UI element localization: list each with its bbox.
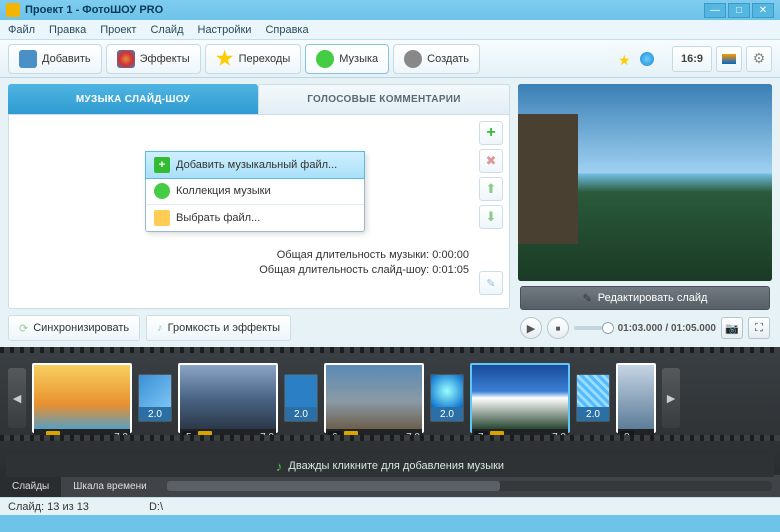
slide-thumb[interactable]: 7.0 <box>32 363 132 433</box>
volume-effects-button[interactable]: ♪Громкость и эффекты <box>146 315 291 341</box>
status-slide: Слайд: 13 из 13 <box>8 501 89 513</box>
stop-button[interactable]: ■ <box>547 317 569 339</box>
minimize-button[interactable]: — <box>704 3 726 18</box>
display-button[interactable] <box>716 46 742 72</box>
sync-button[interactable]: ⟳Синхронизировать <box>8 315 140 341</box>
transitions-button[interactable]: Переходы <box>205 44 302 74</box>
transition-thumb[interactable]: 2.0 <box>138 374 172 422</box>
pencil-icon: ✎ <box>583 292 592 305</box>
timeline: ◄ 7.0 2.0 57.0 2.0 67.0 2.0 77.0 2.0 8 ►… <box>0 347 780 475</box>
move-down-button[interactable]: ⬇ <box>479 205 503 229</box>
music-icon: ♪ <box>276 459 283 474</box>
dropdown-add-file[interactable]: + Добавить музыкальный файл... <box>145 151 365 179</box>
plus-icon: + <box>154 157 170 173</box>
star-icon <box>216 50 234 68</box>
globe-icon[interactable] <box>640 52 654 66</box>
duration-info: Общая длительность музыки: 0:00:00 Общая… <box>259 248 469 278</box>
edit-slide-button[interactable]: ✎Редактировать слайд <box>520 286 770 310</box>
dropdown-select-file[interactable]: Выбрать файл... <box>146 205 364 231</box>
folder-icon <box>154 210 170 226</box>
transition-thumb[interactable]: 2.0 <box>284 374 318 422</box>
up-icon: ⬆ <box>486 181 497 197</box>
add-button[interactable]: Добавить <box>8 44 102 74</box>
timeline-prev-button[interactable]: ◄ <box>8 368 26 428</box>
play-icon: ▶ <box>527 322 535 335</box>
gear-icon: ⚙ <box>753 50 766 67</box>
settings-button[interactable]: ⚙ <box>746 46 772 72</box>
fullscreen-button[interactable]: ⛶ <box>748 317 770 339</box>
menu-project[interactable]: Проект <box>100 24 136 36</box>
tab-slides[interactable]: Слайды <box>0 475 61 497</box>
menu-settings[interactable]: Настройки <box>198 24 252 36</box>
music-list-area: + ✖ ⬆ ⬇ ✎ + Добавить музыкальный файл...… <box>8 114 510 309</box>
app-icon <box>6 3 20 17</box>
slide-thumb[interactable]: 8 <box>616 363 656 433</box>
star-icon: ★ <box>618 52 632 66</box>
add-track-button[interactable]: + <box>479 121 503 145</box>
transition-thumb[interactable]: 2.0 <box>576 374 610 422</box>
eyedropper-icon: ✎ <box>486 277 495 290</box>
menu-help[interactable]: Справка <box>265 24 308 36</box>
tab-voice[interactable]: ГОЛОСОВЫЕ КОММЕНТАРИИ <box>258 84 510 114</box>
create-button[interactable]: Создать <box>393 44 480 74</box>
down-icon: ⬇ <box>486 209 497 225</box>
remove-track-button[interactable]: ✖ <box>479 149 503 173</box>
plus-icon: + <box>486 124 495 142</box>
timeline-scrollbar[interactable] <box>167 481 772 491</box>
disc-icon <box>404 50 422 68</box>
titlebar: Проект 1 - ФотоШОУ PRO — □ ✕ <box>0 0 780 20</box>
play-button[interactable]: ▶ <box>520 317 542 339</box>
dropdown-collection[interactable]: Коллекция музыки <box>146 178 364 205</box>
slide-thumb[interactable]: 67.0 <box>324 363 424 433</box>
camera-icon: 📷 <box>725 322 739 335</box>
tab-music[interactable]: МУЗЫКА СЛАЙД-ШОУ <box>8 84 258 114</box>
timeline-next-button[interactable]: ► <box>662 368 680 428</box>
snapshot-button[interactable]: 📷 <box>721 317 743 339</box>
tab-timescale[interactable]: Шкала времени <box>61 475 158 497</box>
add-music-dropdown: + Добавить музыкальный файл... Коллекция… <box>145 151 365 232</box>
move-up-button[interactable]: ⬆ <box>479 177 503 201</box>
music-icon: ♪ <box>157 322 163 334</box>
menubar: Файл Правка Проект Слайд Настройки Справ… <box>0 20 780 40</box>
menu-slide[interactable]: Слайд <box>150 24 183 36</box>
sync-icon: ⟳ <box>19 322 28 335</box>
stop-icon: ■ <box>556 324 561 333</box>
music-icon <box>154 183 170 199</box>
x-icon: ✖ <box>486 153 497 169</box>
menu-edit[interactable]: Правка <box>49 24 86 36</box>
preview-pane <box>518 84 772 281</box>
toolbar: Добавить Эффекты Переходы Музыка Создать… <box>0 40 780 78</box>
slide-thumb-selected[interactable]: 77.0 <box>470 363 570 433</box>
screen-icon <box>722 54 736 64</box>
slide-thumb[interactable]: 57.0 <box>178 363 278 433</box>
status-path: D:\ <box>149 501 163 513</box>
menu-file[interactable]: Файл <box>8 24 35 36</box>
timecode: 01:03.000 / 01:05.000 <box>618 323 716 334</box>
music-track-hint[interactable]: ♪Дважды кликните для добавления музыки <box>6 455 774 477</box>
statusbar: Слайд: 13 из 13 D:\ <box>0 497 780 515</box>
music-icon <box>316 50 334 68</box>
music-button[interactable]: Музыка <box>305 44 389 74</box>
playback-slider[interactable] <box>574 326 613 330</box>
maximize-button[interactable]: □ <box>728 3 750 18</box>
palette-icon <box>117 50 135 68</box>
camera-icon <box>19 50 37 68</box>
close-button[interactable]: ✕ <box>752 3 774 18</box>
aspect-ratio-button[interactable]: 16:9 <box>672 46 712 72</box>
eyedropper-button[interactable]: ✎ <box>479 271 503 295</box>
transition-thumb[interactable]: 2.0 <box>430 374 464 422</box>
fullscreen-icon: ⛶ <box>755 322 763 335</box>
window-title: Проект 1 - ФотоШОУ PRO <box>25 4 704 16</box>
bottom-tabs: Слайды Шкала времени <box>0 475 780 497</box>
effects-button[interactable]: Эффекты <box>106 44 201 74</box>
